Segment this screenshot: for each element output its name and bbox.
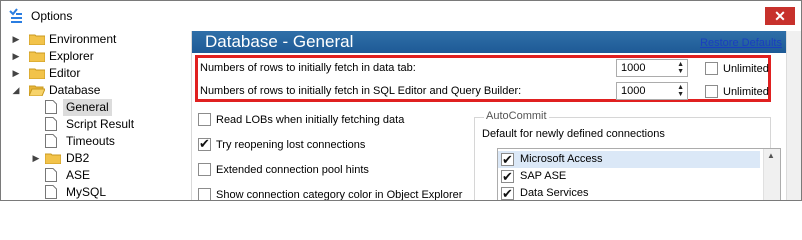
- close-button[interactable]: ✕: [765, 7, 795, 25]
- autocommit-title: AutoCommit: [484, 110, 549, 122]
- folder-icon: [29, 51, 45, 62]
- spin-up-icon[interactable]: ▲: [677, 61, 684, 68]
- autocommit-item-label: Data Services: [520, 187, 589, 199]
- rows-data-tab-label: Numbers of rows to initially fetch in da…: [200, 62, 416, 74]
- rows-data-tab-value: 1000: [621, 62, 646, 74]
- read-lobs-label: Read LOBs when initially fetching data: [216, 114, 405, 126]
- window-title: Options: [31, 9, 73, 23]
- extended-pool-hints-checkbox[interactable]: [198, 163, 211, 176]
- tree-item-label: Timeouts: [66, 134, 115, 148]
- tree-item-label: Database: [49, 83, 101, 97]
- autocommit-checkbox[interactable]: ✔: [501, 169, 514, 184]
- tree-item-label: Environment: [49, 32, 117, 46]
- page-title: Database - General: [205, 32, 354, 51]
- tree-item-label: Editor: [49, 66, 81, 80]
- extended-pool-hints-label: Extended connection pool hints: [216, 164, 369, 176]
- spin-down-icon[interactable]: ▼: [677, 91, 684, 98]
- options-tree[interactable]: ▶ Environment ▶ Explorer ▶ Editor ◢ Data…: [7, 31, 192, 200]
- options-window: Options ✕ ▶ Environment ▶ Explorer ▶ Edi…: [0, 0, 802, 201]
- try-reopening-checkbox[interactable]: ✔: [198, 136, 211, 151]
- unlimited-data-tab-checkbox[interactable]: [705, 62, 718, 75]
- folder-icon: [29, 34, 45, 45]
- show-category-color-checkbox[interactable]: [198, 188, 211, 200]
- expand-arrow-icon[interactable]: ▶: [31, 150, 41, 167]
- title-bar: Options ✕: [1, 1, 801, 31]
- autocommit-item-label: Microsoft Access: [520, 153, 603, 165]
- restore-defaults-link[interactable]: Restore Defaults: [700, 37, 782, 49]
- checkmark-icon: ✔: [199, 136, 210, 151]
- spin-down-icon[interactable]: ▼: [677, 68, 684, 75]
- checkmark-icon: ✔: [502, 152, 513, 167]
- rows-sql-value: 1000: [621, 85, 646, 97]
- unlimited-sql-label: Unlimited: [723, 86, 769, 98]
- tree-item-label: ASE: [66, 168, 91, 182]
- expand-arrow-icon[interactable]: ▶: [11, 65, 21, 82]
- expand-arrow-icon[interactable]: ▶: [11, 31, 21, 48]
- window-scrollbar[interactable]: [786, 31, 801, 200]
- page-icon: [45, 168, 61, 182]
- tree-item-label: Script Result: [66, 117, 135, 131]
- checkmark-icon: ✔: [502, 169, 513, 184]
- scroll-up-icon[interactable]: ▲: [767, 151, 775, 160]
- page-header: Database - General: [192, 31, 788, 53]
- tree-item-label: MySQL: [66, 185, 107, 199]
- open-folder-icon: [29, 85, 45, 96]
- tree-item-label: Explorer: [49, 49, 94, 63]
- show-category-color-label: Show connection category color in Object…: [216, 189, 463, 201]
- rows-sql-spinner[interactable]: 1000 ▲ ▼: [616, 82, 688, 100]
- unlimited-data-tab-label: Unlimited: [723, 63, 769, 75]
- autocommit-description: Default for newly defined connections: [482, 128, 665, 140]
- autocommit-checkbox[interactable]: ✔: [501, 152, 514, 167]
- autocommit-item-sap-ase[interactable]: ✔ SAP ASE: [498, 168, 760, 185]
- page-icon: [45, 117, 61, 131]
- page-icon: [45, 100, 61, 114]
- tree-item-label: General: [63, 99, 112, 116]
- close-icon: ✕: [774, 8, 786, 24]
- autocommit-item-data-services[interactable]: ✔ Data Services: [498, 185, 760, 201]
- autocommit-item-label: SAP ASE: [520, 170, 567, 182]
- folder-icon: [45, 153, 61, 164]
- autocommit-scrollbar[interactable]: ▲: [763, 149, 780, 200]
- try-reopening-label: Try reopening lost connections: [216, 139, 366, 151]
- page-icon: [45, 134, 61, 148]
- tree-item-label: DB2: [66, 151, 90, 165]
- autocommit-list[interactable]: ✔ Microsoft Access ✔ SAP ASE ✔ Data Serv…: [497, 148, 781, 201]
- spin-up-icon[interactable]: ▲: [677, 84, 684, 91]
- autocommit-item-microsoft-access[interactable]: ✔ Microsoft Access: [498, 151, 760, 168]
- unlimited-sql-checkbox[interactable]: [705, 85, 718, 98]
- autocommit-checkbox[interactable]: ✔: [501, 186, 514, 201]
- settings-panel: Database - General Restore Defaults Numb…: [192, 31, 801, 201]
- page-icon: [45, 185, 61, 199]
- rows-sql-label: Numbers of rows to initially fetch in SQ…: [200, 85, 522, 97]
- rows-data-tab-spinner[interactable]: 1000 ▲ ▼: [616, 59, 688, 77]
- options-app-icon: [8, 8, 24, 24]
- collapse-arrow-icon[interactable]: ◢: [11, 82, 21, 99]
- folder-icon: [29, 68, 45, 79]
- read-lobs-checkbox[interactable]: [198, 113, 211, 126]
- expand-arrow-icon[interactable]: ▶: [11, 48, 21, 65]
- checkmark-icon: ✔: [502, 186, 513, 201]
